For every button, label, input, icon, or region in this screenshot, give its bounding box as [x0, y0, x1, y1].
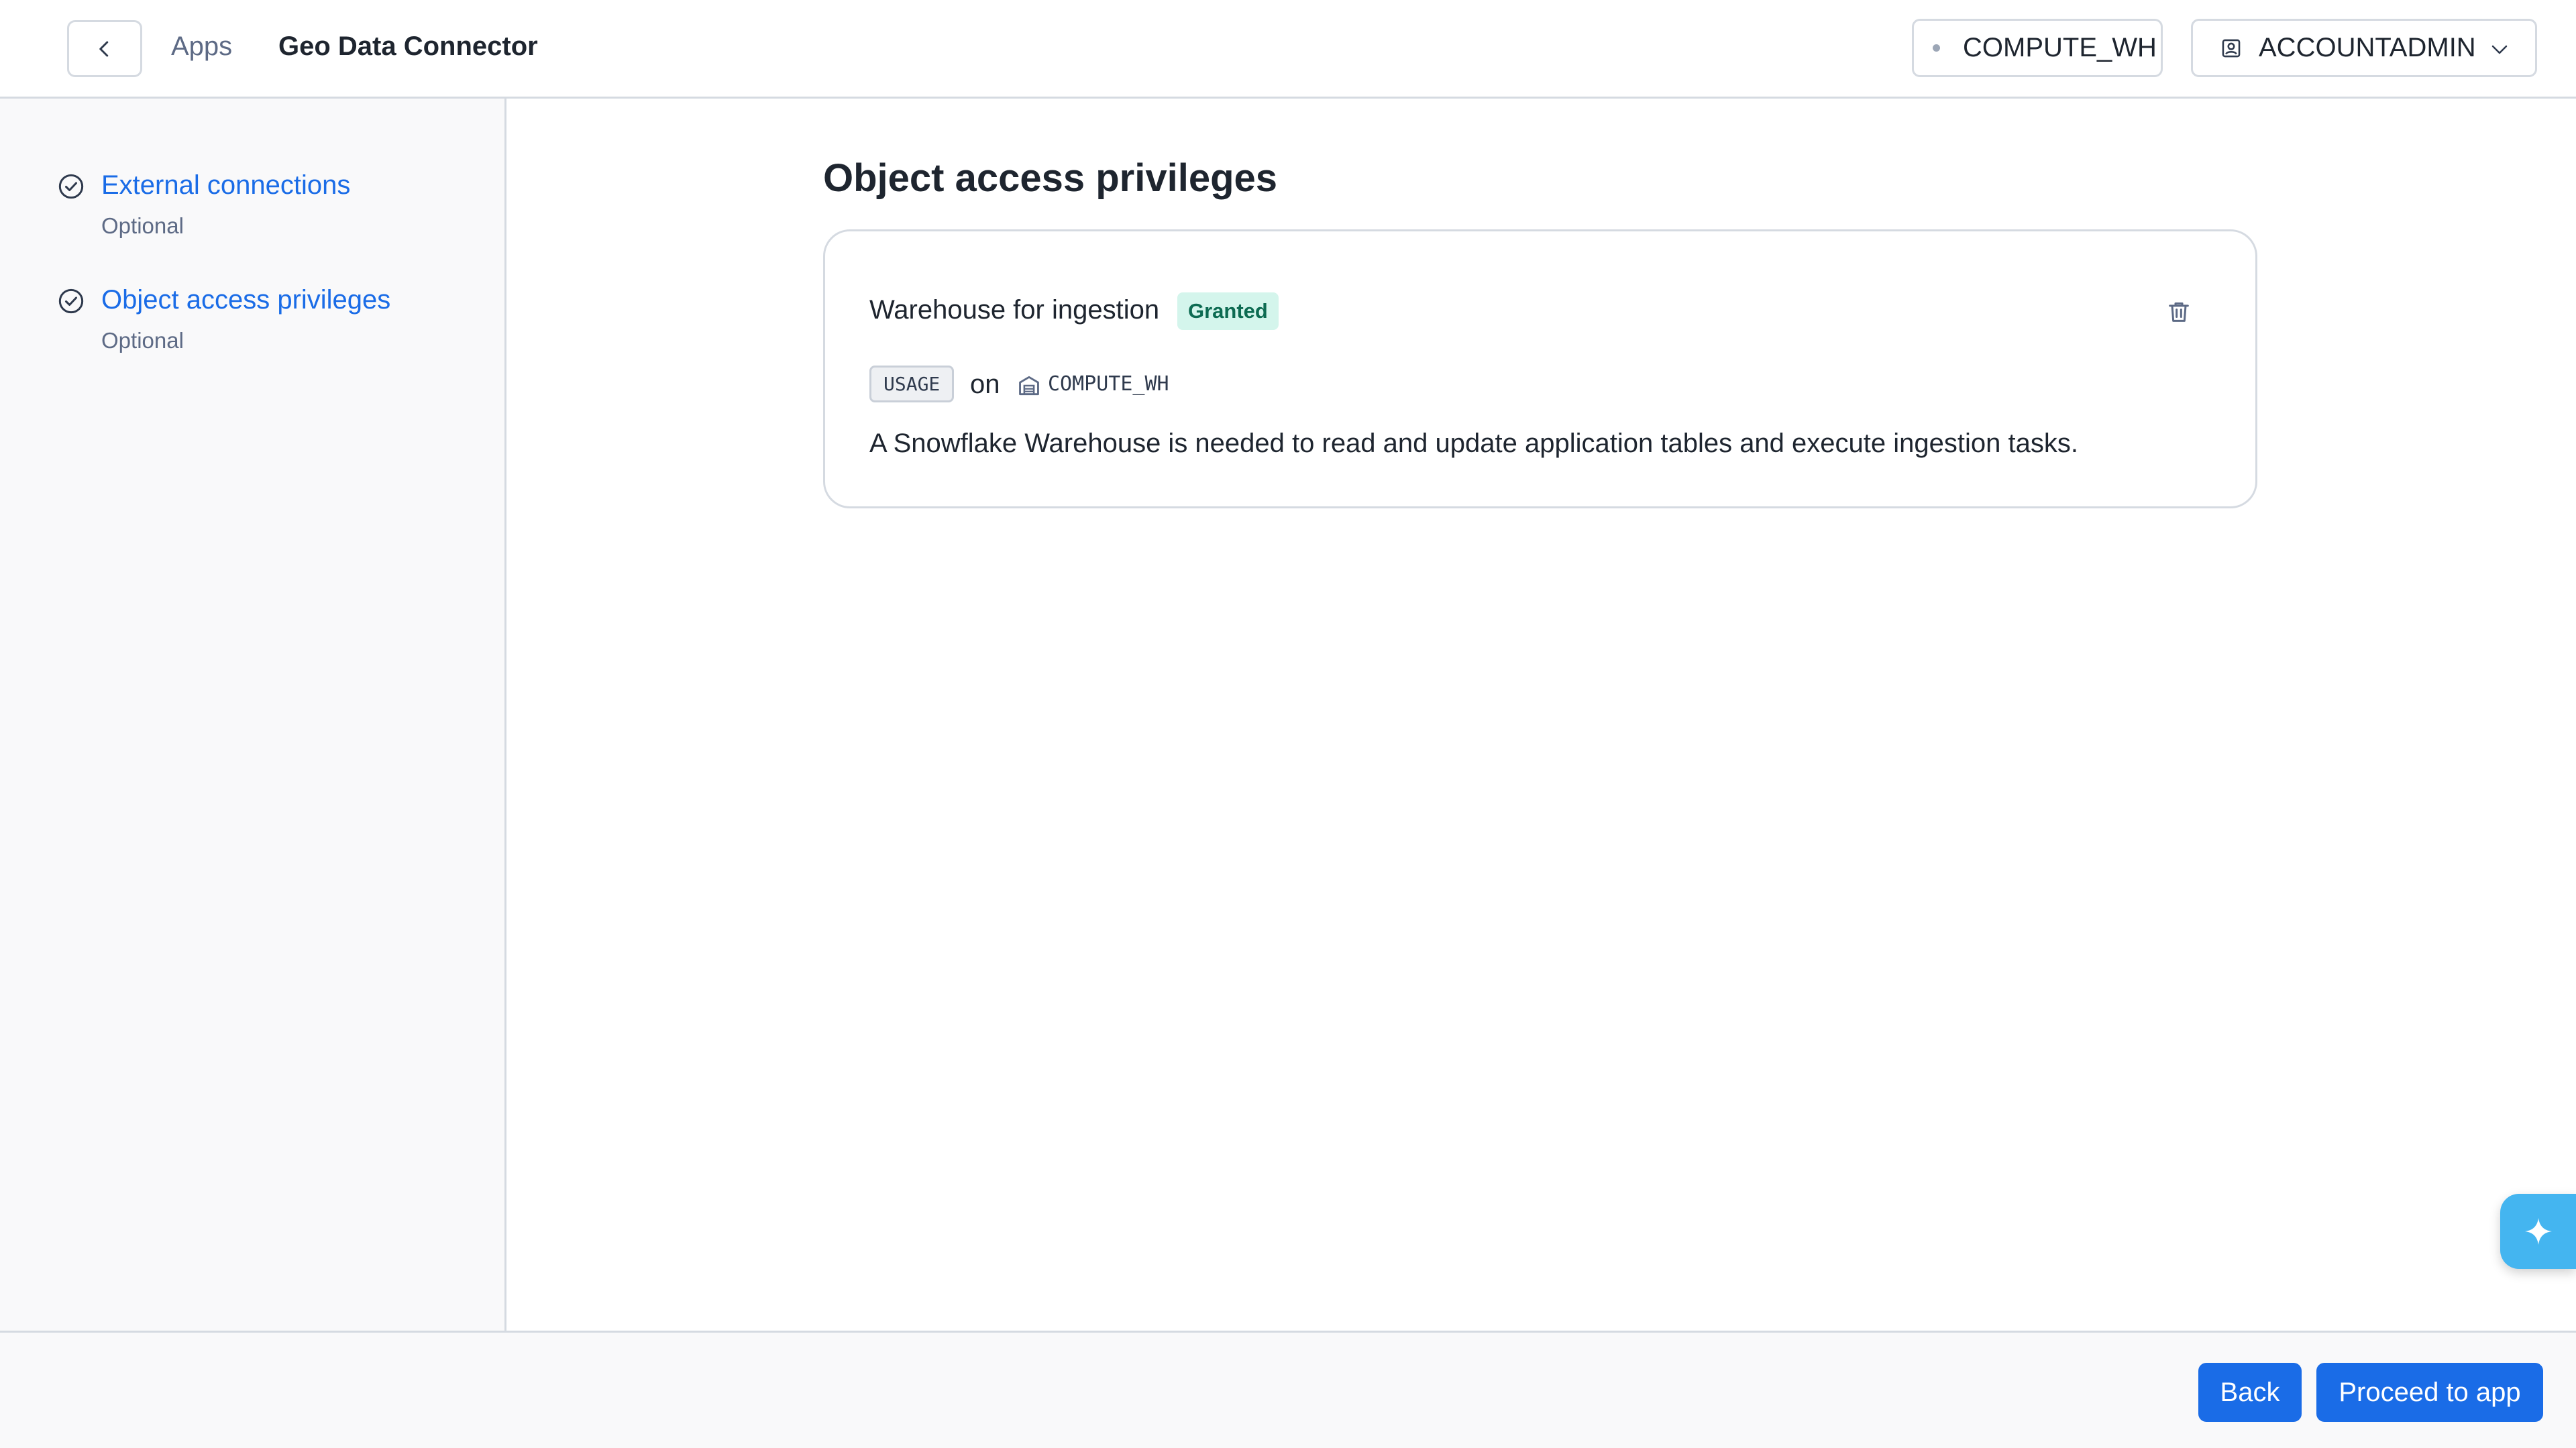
- privilege-description: A Snowflake Warehouse is needed to read …: [869, 429, 2078, 458]
- warehouse-selector[interactable]: COMPUTE_WH: [1912, 19, 2163, 77]
- user-role-icon: [2222, 39, 2241, 57]
- page-title: Object access privileges: [823, 156, 1278, 200]
- object-name: COMPUTE_WH: [1048, 372, 1169, 396]
- status-badge: Granted: [1177, 292, 1279, 330]
- step-subtitle: Optional: [101, 328, 184, 353]
- sparkle-icon: [2524, 1218, 2552, 1245]
- step-title[interactable]: External connections: [101, 170, 350, 201]
- warehouse-label: COMPUTE_WH: [1963, 33, 2157, 62]
- step-subtitle: Optional: [101, 213, 184, 238]
- back-nav-button[interactable]: [67, 20, 142, 77]
- page-app-title: Geo Data Connector: [278, 32, 538, 61]
- privilege-card-title: Warehouse for ingestion: [869, 295, 1160, 325]
- top-bar: Apps Geo Data Connector COMPUTE_WH ACCOU…: [0, 0, 2576, 99]
- check-circle-icon: [58, 288, 84, 314]
- step-title[interactable]: Object access privileges: [101, 285, 390, 315]
- footer-bar: Back Proceed to app: [0, 1331, 2576, 1448]
- privilege-card: Warehouse for ingestion Granted USAGE on…: [823, 229, 2257, 508]
- privilege-tag: USAGE: [869, 366, 955, 402]
- role-selector[interactable]: ACCOUNTADMIN: [2191, 19, 2537, 77]
- role-label: ACCOUNTADMIN: [2259, 33, 2476, 62]
- on-label: on: [970, 370, 1000, 399]
- trash-icon[interactable]: [2165, 298, 2192, 325]
- warehouse-icon: [1019, 376, 1039, 396]
- chevron-down-icon: [2491, 45, 2508, 54]
- breadcrumb-apps[interactable]: Apps: [171, 32, 232, 62]
- page: Apps Geo Data Connector COMPUTE_WH ACCOU…: [0, 0, 2576, 1448]
- check-circle-icon: [58, 174, 84, 199]
- back-button[interactable]: Back: [2198, 1363, 2302, 1422]
- proceed-to-app-button[interactable]: Proceed to app: [2316, 1363, 2543, 1422]
- chevron-left-icon: [99, 41, 109, 56]
- setup-steps-sidebar: External connections Optional Object acc…: [0, 99, 506, 1331]
- ai-assistant-button[interactable]: [2500, 1194, 2576, 1269]
- warehouse-status-dot: [1933, 44, 1940, 52]
